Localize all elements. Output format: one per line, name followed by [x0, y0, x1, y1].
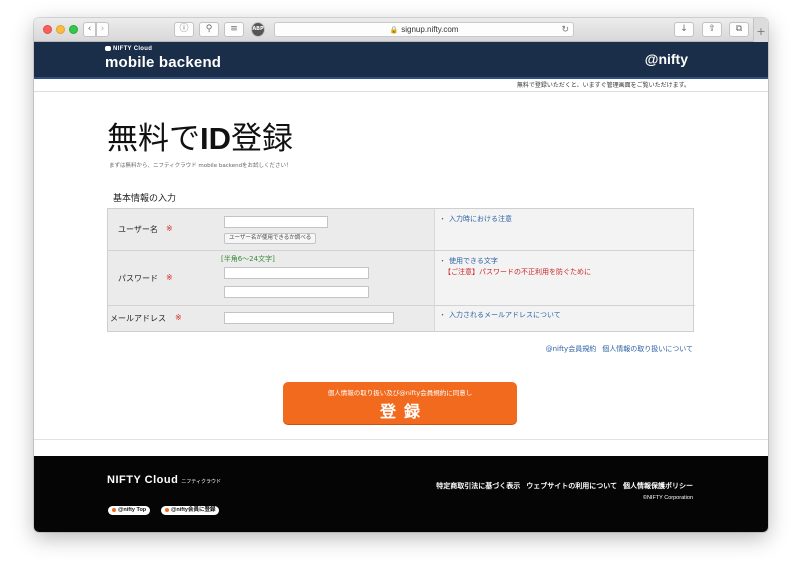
password-note-link[interactable]: ・使用できる文字 [439, 256, 498, 266]
required-mark: ※ [166, 224, 173, 233]
row-divider [108, 305, 695, 306]
close-window-button[interactable] [43, 25, 52, 34]
password-field[interactable] [224, 267, 369, 279]
password-label: パスワード [118, 274, 158, 283]
terms-link[interactable]: @nifty会員規約 [546, 345, 597, 353]
footer-link-site-terms[interactable]: ウェブサイトの利用について [526, 482, 617, 490]
footer-links: 特定商取引法に基づく表示 ウェブサイトの利用について 個人情報保護ポリシー [430, 481, 693, 491]
header-divider [34, 77, 768, 79]
username-note-link[interactable]: ・入力時における注意 [439, 214, 512, 224]
username-label: ユーザー名 [118, 225, 158, 234]
layers-icon[interactable]: ≡ [224, 22, 244, 37]
signup-form: ユーザー名 ※ ユーザー名が使用できるか調べる ・入力時における注意 パスワード… [107, 208, 695, 332]
privacy-link[interactable]: 個人情報の取り扱いについて [602, 345, 693, 353]
header-note: 無料で登録いただくと、いますぐ管理画面をご覧いただけます。 [516, 82, 690, 89]
minimize-window-button[interactable] [56, 25, 65, 34]
required-mark: ※ [175, 313, 182, 322]
policy-links: @nifty会員規約 個人情報の取り扱いについて [540, 344, 693, 354]
page-subtitle: まずは無料から、ニフティクラウド mobile backendをお試しください！ [109, 163, 292, 169]
footer-link-commerce-law[interactable]: 特定商取引法に基づく表示 [436, 482, 520, 490]
section-title: 基本情報の入力 [113, 194, 177, 204]
nifty-top-button[interactable]: @nifty Top [108, 506, 151, 515]
required-mark: ※ [166, 273, 173, 282]
nifty-register-button[interactable]: @nifty会員に登録 [161, 506, 220, 515]
register-button-consent-text: 個人情報の取り扱い及び@nifty会員規約に同意し [327, 389, 473, 397]
site-header: NIFTY Cloud mobile backend @nifty [34, 42, 768, 77]
key-icon[interactable]: ⚲ [199, 22, 219, 37]
password-confirm-field[interactable] [224, 286, 369, 298]
chevron-left-icon[interactable]: ‹ [83, 22, 96, 37]
share-icon[interactable]: ⇧ [702, 22, 722, 37]
footer-logo[interactable]: NIFTY Cloud ニフティクラウド [107, 474, 221, 486]
zoom-window-button[interactable] [69, 25, 78, 34]
nifty-cloud-logo[interactable]: NIFTY Cloud [105, 46, 152, 52]
plus-icon[interactable]: + [753, 18, 768, 42]
email-note-link[interactable]: ・入力されるメールアドレスについて [439, 310, 561, 320]
browser-window: ‹ › ⓘ ⚲ ≡ ABP 🔒 signup.nifty.com ↻ ↓ ⇧ ⧉ … [34, 18, 768, 532]
copyright: ©NIFTY Corporation [642, 495, 693, 501]
page-title: 無料でID登録 [107, 121, 293, 157]
register-button[interactable]: 個人情報の取り扱い及び@nifty会員規約に同意し 登録 [283, 382, 517, 424]
abp-icon[interactable]: ABP [251, 22, 265, 37]
username-field[interactable] [224, 216, 328, 228]
footer-link-privacy-policy[interactable]: 個人情報保護ポリシー [623, 482, 693, 490]
nifty-brand-logo[interactable]: @nifty [645, 51, 688, 67]
row-divider [108, 250, 695, 251]
info-icon[interactable]: ⓘ [174, 22, 194, 37]
browser-toolbar: ‹ › ⓘ ⚲ ≡ ABP 🔒 signup.nifty.com ↻ ↓ ⇧ ⧉ … [34, 18, 768, 42]
email-field[interactable] [224, 312, 394, 324]
mobile-backend-logo[interactable]: mobile backend [105, 54, 221, 71]
download-icon[interactable]: ↓ [674, 22, 694, 37]
chevron-right-icon[interactable]: › [96, 22, 109, 37]
reload-icon[interactable]: ↻ [561, 23, 569, 36]
check-username-button[interactable]: ユーザー名が使用できるか調べる [224, 233, 317, 244]
lock-icon: 🔒 [389, 27, 399, 34]
register-button-label: 登録 [379, 402, 428, 421]
password-warning-link[interactable]: 【ご注意】パスワードの不正利用を防ぐために [444, 267, 591, 277]
footer-divider [34, 439, 768, 440]
tabs-icon[interactable]: ⧉ [729, 22, 749, 37]
password-hint: [半角6～24文字] [221, 255, 275, 263]
site-footer: NIFTY Cloud ニフティクラウド 特定商取引法に基づく表示 ウェブサイトの利… [34, 456, 768, 532]
email-label: メールアドレス [110, 314, 166, 323]
url-text: signup.nifty.com [401, 25, 459, 34]
url-bar[interactable]: 🔒 signup.nifty.com ↻ [274, 22, 574, 37]
note-divider [34, 91, 768, 92]
